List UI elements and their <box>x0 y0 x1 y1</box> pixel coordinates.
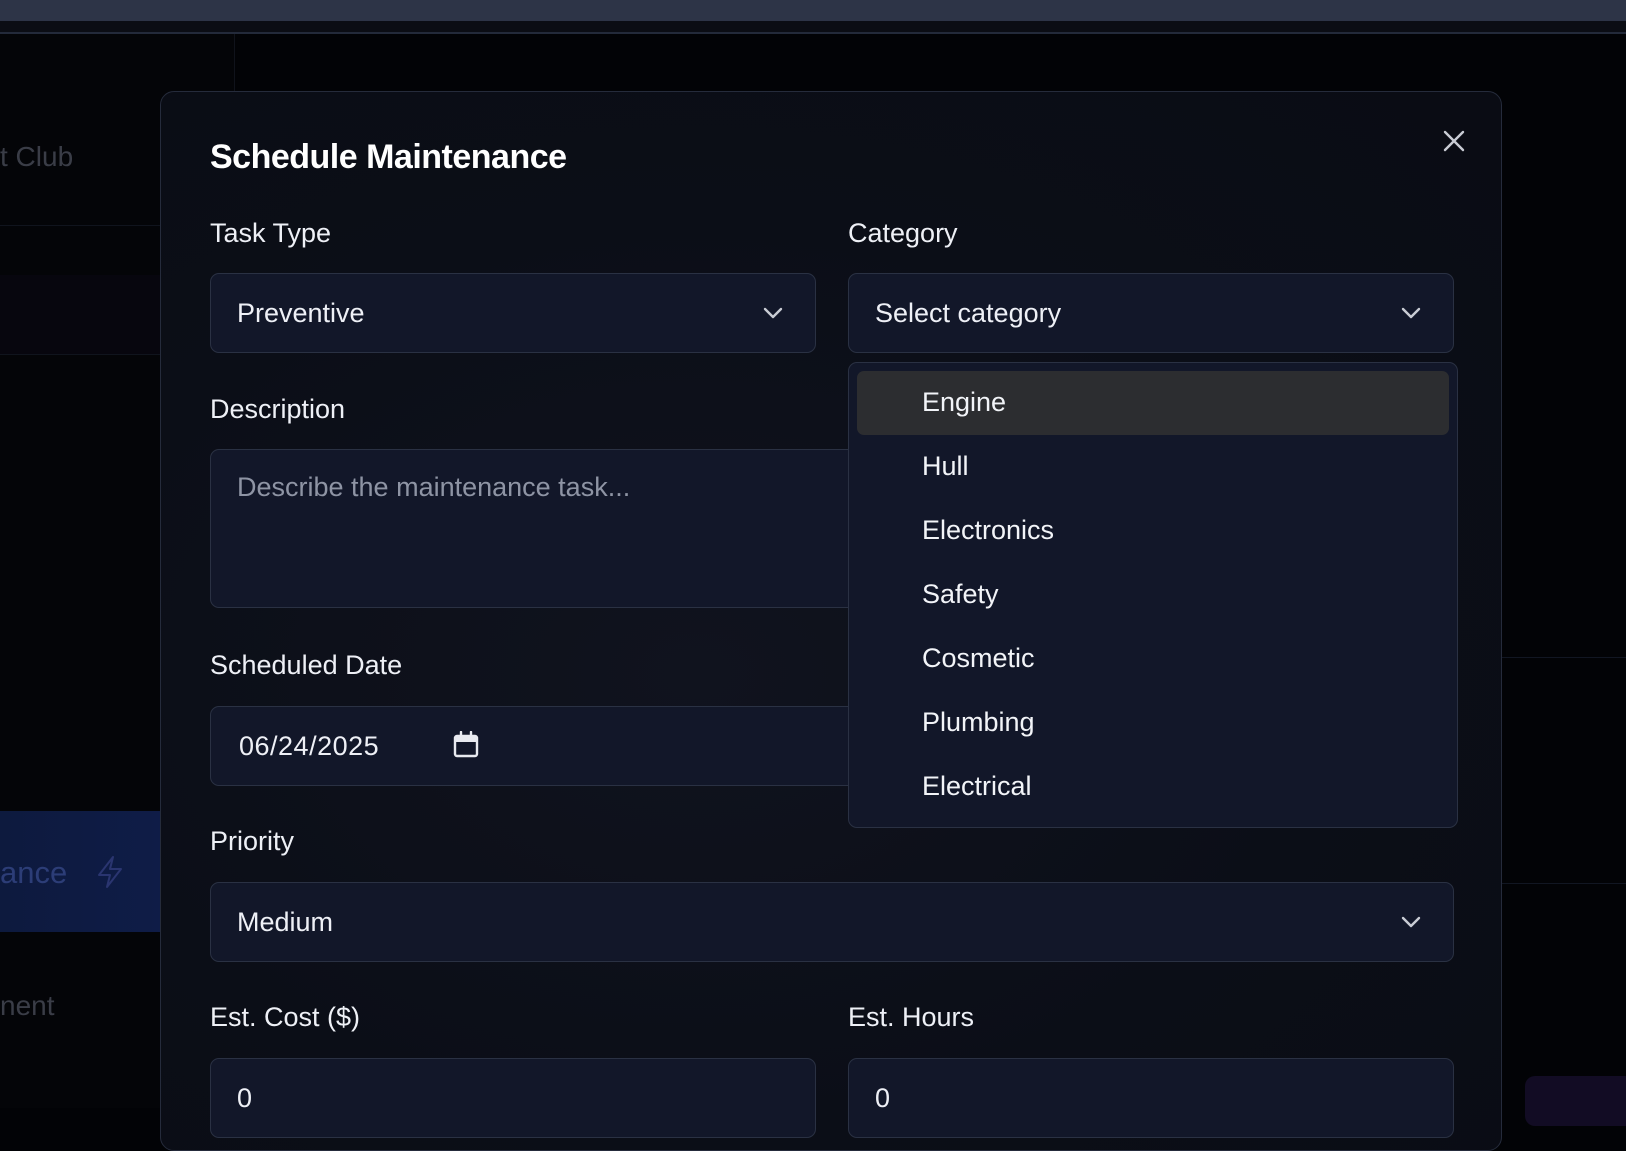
category-placeholder: Select category <box>875 298 1062 328</box>
close-button[interactable] <box>1437 124 1471 158</box>
est-cost-input[interactable]: 0 <box>210 1058 816 1138</box>
top-strip <box>0 0 1626 21</box>
background-divider <box>0 354 160 355</box>
est-hours-value: 0 <box>875 1083 891 1113</box>
dropdown-option-safety[interactable]: Safety <box>857 563 1449 627</box>
modal-title: Schedule Maintenance <box>210 138 567 176</box>
option-label: Electronics <box>922 515 1055 545</box>
category-label: Category <box>848 218 958 248</box>
option-label: Engine <box>922 387 1007 417</box>
background-divider <box>0 225 160 226</box>
option-label: Electrical <box>922 771 1032 801</box>
est-cost-value: 0 <box>237 1083 253 1113</box>
dropdown-option-engine[interactable]: Engine <box>857 371 1449 435</box>
est-cost-label: Est. Cost ($) <box>210 1002 361 1032</box>
priority-label: Priority <box>210 826 295 856</box>
scheduled-date-value: 06/24/2025 <box>239 731 380 761</box>
dropdown-option-electrical[interactable]: Electrical <box>857 755 1449 819</box>
background-sidebar-club-label: t Club <box>0 141 74 172</box>
top-divider <box>0 32 1626 34</box>
background-nav-active-label: ance <box>0 855 68 890</box>
priority-select[interactable]: Medium <box>210 882 1454 962</box>
bolt-icon <box>98 856 122 888</box>
scheduled-date-label: Scheduled Date <box>210 650 403 680</box>
option-label: Hull <box>922 451 969 481</box>
category-dropdown-menu: Engine Hull Electronics Safety Cosmetic … <box>848 362 1458 828</box>
calendar-icon[interactable] <box>453 731 479 759</box>
option-label: Cosmetic <box>922 643 1035 673</box>
task-type-select[interactable]: Preventive <box>210 273 816 353</box>
background-divider <box>1500 657 1626 658</box>
background-nav-bottom-label: nent <box>0 990 55 1021</box>
description-label: Description <box>210 394 346 424</box>
background-divider <box>1500 883 1626 884</box>
priority-value: Medium <box>237 907 334 937</box>
chevron-down-icon <box>1401 307 1421 319</box>
schedule-maintenance-modal: Schedule Maintenance Task Type Preventiv… <box>160 91 1502 1151</box>
option-label: Plumbing <box>922 707 1035 737</box>
category-select[interactable]: Select category <box>848 273 1454 353</box>
task-type-label: Task Type <box>210 218 332 248</box>
background-nav-item <box>0 275 160 355</box>
window-top-bar <box>0 0 1626 34</box>
description-placeholder: Describe the maintenance task... <box>237 472 631 502</box>
option-label: Safety <box>922 579 999 609</box>
task-type-value: Preventive <box>237 298 365 328</box>
chevron-down-icon <box>1401 916 1421 928</box>
dropdown-option-hull[interactable]: Hull <box>857 435 1449 499</box>
close-icon <box>1443 130 1465 152</box>
dropdown-option-electronics[interactable]: Electronics <box>857 499 1449 563</box>
dropdown-option-plumbing[interactable]: Plumbing <box>857 691 1449 755</box>
background-button <box>1525 1076 1626 1126</box>
chevron-down-icon <box>763 307 783 319</box>
est-hours-label: Est. Hours <box>848 1002 975 1032</box>
est-hours-input[interactable]: 0 <box>848 1058 1454 1138</box>
dropdown-option-cosmetic[interactable]: Cosmetic <box>857 627 1449 691</box>
